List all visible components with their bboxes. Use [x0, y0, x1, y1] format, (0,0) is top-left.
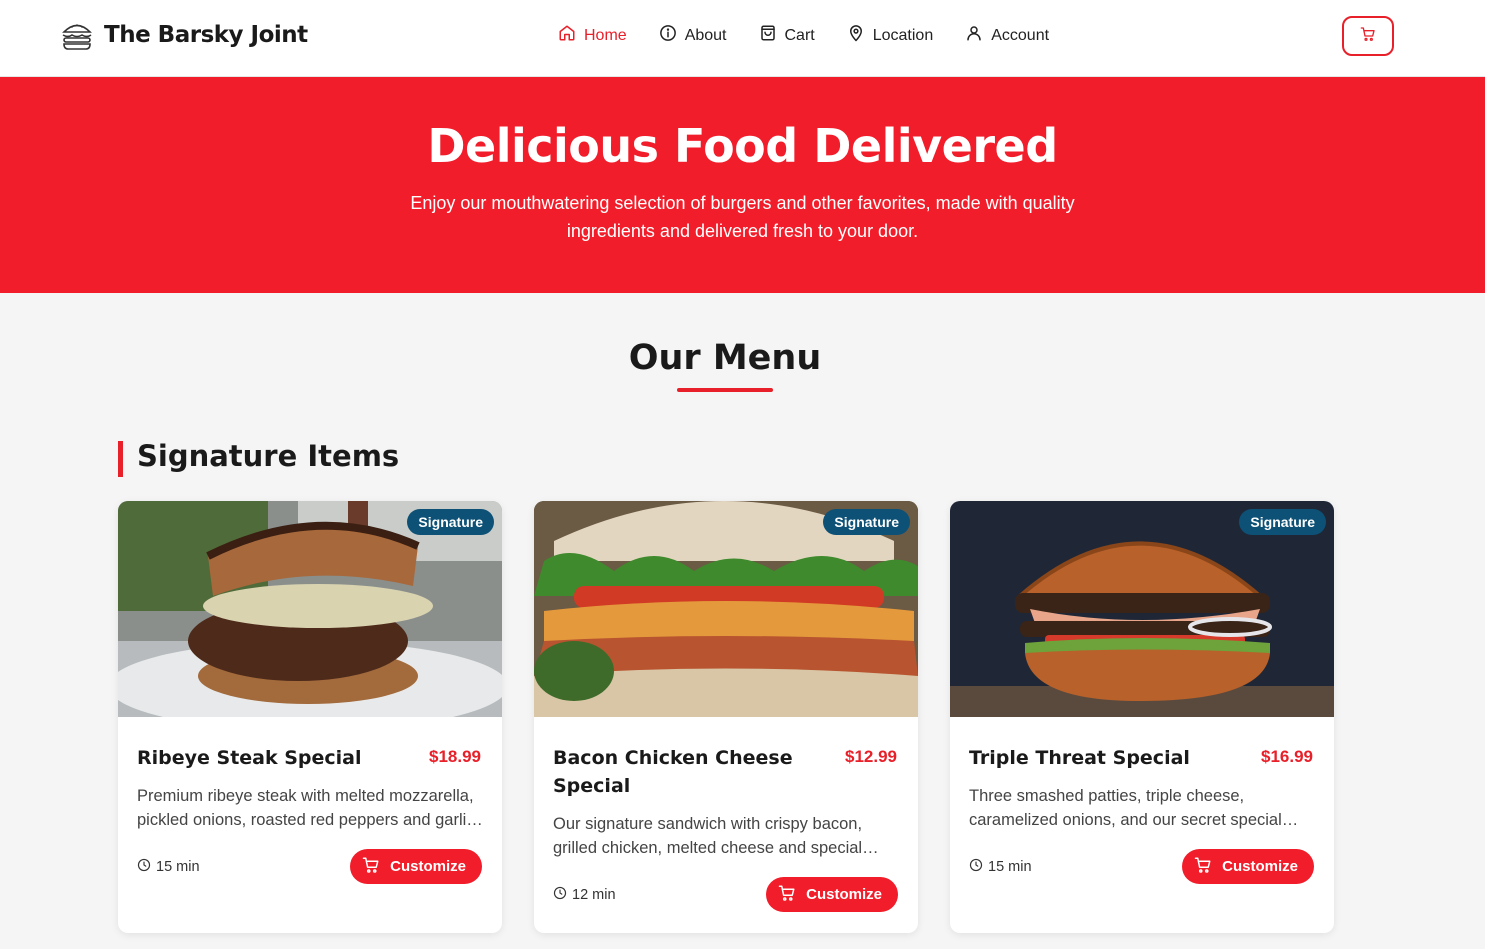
shopping-bag-icon — [759, 24, 777, 47]
menu-item-name: Bacon Chicken Cheese Special — [553, 747, 793, 797]
signature-badge: Signature — [1239, 509, 1326, 535]
nav-item-label: About — [684, 26, 727, 44]
nav-item-home[interactable]: Home — [558, 24, 627, 47]
nav-item-location[interactable]: Location — [847, 24, 934, 47]
customize-button[interactable]: Customize — [766, 877, 898, 912]
home-icon — [558, 24, 576, 47]
prep-time: 15 min — [969, 858, 1032, 876]
menu-item-name: Triple Threat Special — [969, 747, 1190, 769]
prep-time: 15 min — [137, 858, 200, 876]
hero-title: Delicious Food Delivered — [427, 119, 1058, 173]
clock-icon — [137, 858, 151, 876]
menu-item-price: $18.99 — [429, 747, 481, 766]
nav-item-label: Home — [584, 26, 627, 44]
customize-label: Customize — [806, 886, 882, 903]
brand-name: The Barsky Joint — [104, 22, 308, 48]
prep-time-label: 15 min — [156, 859, 200, 875]
menu-item-image[interactable]: Signature — [950, 501, 1334, 717]
prep-time-label: 15 min — [988, 859, 1032, 875]
burger-icon — [60, 18, 94, 52]
menu-item-card[interactable]: Signature Bacon Chicken Cheese Special $… — [534, 501, 918, 933]
prep-time: 12 min — [553, 886, 616, 904]
menu-item-price: $12.99 — [845, 747, 897, 766]
clock-icon — [553, 886, 567, 904]
menu-item-card[interactable]: Signature Ribeye Steak Special $18.99 Pr… — [118, 501, 502, 933]
customize-button[interactable]: Customize — [1182, 849, 1314, 884]
nav-item-label: Cart — [784, 26, 815, 44]
menu-item-card[interactable]: Signature Triple Threat Special $16.99 T… — [950, 501, 1334, 933]
hero-banner: Delicious Food Delivered Enjoy our mouth… — [0, 77, 1485, 293]
section-accent-bar — [118, 441, 123, 477]
menu-item-description: Premium ribeye steak with melted mozzare… — [137, 787, 475, 829]
section-title: Signature Items — [137, 439, 400, 473]
customize-label: Customize — [1222, 858, 1298, 875]
cart-icon — [778, 884, 796, 906]
clock-icon — [969, 858, 983, 876]
nav-item-label: Location — [872, 26, 934, 44]
nav-item-cart[interactable]: Cart — [759, 24, 815, 47]
hero-subtitle: Enjoy our mouthwatering selection of bur… — [410, 193, 1075, 241]
customize-label: Customize — [390, 858, 466, 875]
cart-button[interactable] — [1342, 16, 1394, 56]
menu-title: Our Menu — [628, 338, 822, 378]
menu-title-underline — [677, 388, 773, 392]
map-pin-icon — [847, 24, 865, 47]
user-icon — [965, 24, 983, 47]
info-icon — [659, 24, 677, 47]
signature-badge: Signature — [823, 509, 910, 535]
nav-item-account[interactable]: Account — [965, 24, 1049, 47]
menu-item-image[interactable]: Signature — [118, 501, 502, 717]
menu-item-name: Ribeye Steak Special — [137, 747, 362, 769]
signature-badge: Signature — [407, 509, 494, 535]
cart-icon — [1360, 26, 1376, 47]
nav-item-about[interactable]: About — [659, 24, 727, 47]
cart-icon — [1194, 856, 1212, 878]
menu-item-description: Our signature sandwich with crispy bacon… — [553, 815, 863, 857]
menu-item-price: $16.99 — [1261, 747, 1313, 766]
menu-item-description: Three smashed patties, triple cheese, ca… — [969, 787, 1282, 829]
customize-button[interactable]: Customize — [350, 849, 482, 884]
main-nav: Home About Cart Location Account — [558, 24, 1049, 47]
prep-time-label: 12 min — [572, 887, 616, 903]
nav-item-label: Account — [991, 26, 1050, 44]
menu-item-image[interactable]: Signature — [534, 501, 918, 717]
site-header: The Barsky Joint Home About Cart Locatio… — [0, 0, 1485, 77]
cart-icon — [362, 856, 380, 878]
brand[interactable]: The Barsky Joint — [60, 18, 308, 52]
